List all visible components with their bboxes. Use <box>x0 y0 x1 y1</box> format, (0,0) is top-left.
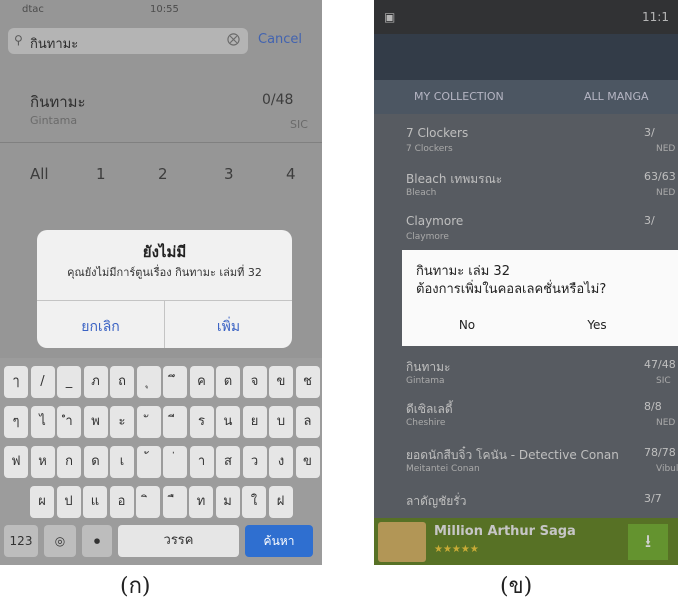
thai-keyboard: ๅ/_ภถุึคตจขชๆไำพะัีรนยบลฟหกดเ้่าสวงขผปแอ… <box>0 358 322 565</box>
ios-screen: dtac 10:55 ⚲ กินทามะ ⨂ Cancel กินทามะ Gi… <box>0 0 322 565</box>
keyboard-key[interactable]: ๅ <box>4 366 28 398</box>
keyboard-key[interactable]: ภ <box>83 366 108 398</box>
keyboard-key[interactable]: ย <box>242 406 267 438</box>
keyboard-key[interactable]: _ <box>57 366 81 398</box>
keyboard-key[interactable]: ข <box>269 366 293 398</box>
android-confirm-dialog: กินทามะ เล่ม 32 ต้องการเพิ่มในคอลเลคชั่น… <box>402 250 678 346</box>
keyboard-key[interactable]: ี <box>163 406 187 438</box>
keyboard-key[interactable]: ุ <box>136 366 161 398</box>
keyboard-key[interactable]: จ <box>242 366 267 398</box>
caption-a: (ก) <box>120 574 151 599</box>
keyboard-key[interactable]: ำ <box>57 406 81 438</box>
keyboard-key[interactable]: ิ <box>136 486 160 518</box>
keyboard-key[interactable]: ต <box>216 366 240 398</box>
keyboard-key[interactable]: ่ <box>163 446 187 478</box>
keyboard-key[interactable]: ไ <box>30 406 55 438</box>
keyboard-key[interactable]: ช <box>295 366 320 398</box>
keyboard-key[interactable]: ม <box>215 486 240 518</box>
keyboard-key[interactable]: ื <box>162 486 187 518</box>
keyboard-key[interactable]: ฟ <box>4 446 28 478</box>
keyboard-key[interactable]: ั <box>136 406 161 438</box>
alert-cancel-button[interactable]: ยกเลิก <box>37 316 164 338</box>
keyboard-key[interactable]: เ <box>110 446 134 478</box>
keyboard-key[interactable]: ึ <box>163 366 187 398</box>
keyboard-key[interactable]: ข <box>295 446 320 478</box>
alert-message: คุณยังไม่มีการ์ตูนเรื่อง กินทามะ เล่มที่… <box>67 266 262 279</box>
dialog-no-button[interactable]: No <box>442 318 492 332</box>
keyboard-key[interactable]: อ <box>109 486 134 518</box>
keyboard-key[interactable]: ก <box>57 446 81 478</box>
keyboard-key[interactable]: ๆ <box>4 406 28 438</box>
dialog-yes-button[interactable]: Yes <box>572 318 622 332</box>
alert-title: ยังไม่มี <box>142 243 187 261</box>
keyboard-key[interactable]: บ <box>269 406 293 438</box>
keyboard-key[interactable]: ง <box>269 446 293 478</box>
keyboard-key[interactable]: ล <box>295 406 320 438</box>
keyboard-key[interactable]: ว <box>242 446 267 478</box>
keyboard-key[interactable]: ค <box>189 366 214 398</box>
keyboard-key[interactable]: ผ <box>30 486 54 518</box>
keyboard-key[interactable]: ท <box>189 486 213 518</box>
keyboard-key[interactable]: ถ <box>110 366 134 398</box>
keyboard-key[interactable]: า <box>189 446 214 478</box>
caption-b: (ข) <box>500 574 533 599</box>
globe-icon[interactable]: ◎ <box>44 525 76 557</box>
keyboard-key[interactable]: ใ <box>242 486 266 518</box>
keyboard-key[interactable]: พ <box>83 406 108 438</box>
ios-alert-dialog: ยังไม่มี คุณยังไม่มีการ์ตูนเรื่อง กินทาม… <box>37 230 292 348</box>
keyboard-key[interactable]: ้ <box>136 446 161 478</box>
keyboard-key[interactable]: ส <box>216 446 240 478</box>
keyboard-key[interactable]: ด <box>83 446 108 478</box>
keyboard-key[interactable]: ห <box>30 446 55 478</box>
alert-add-button[interactable]: เพิ่ม <box>165 316 292 338</box>
keyboard-key[interactable]: / <box>30 366 55 398</box>
keyboard-key[interactable]: ะ <box>110 406 134 438</box>
keyboard-key[interactable]: ป <box>56 486 81 518</box>
android-screen: ▣ 11:1 MY COLLECTION ALL MANGA 7 Clocker… <box>374 0 678 565</box>
keyboard-key[interactable]: น <box>216 406 240 438</box>
numbers-key[interactable]: 123 <box>4 525 38 557</box>
microphone-icon[interactable]: ⏺ <box>82 525 112 557</box>
keyboard-key[interactable]: ร <box>189 406 214 438</box>
space-key[interactable]: วรรค <box>118 525 239 557</box>
keyboard-key[interactable]: แ <box>83 486 107 518</box>
keyboard-search-key[interactable]: ค้นหา <box>245 525 313 557</box>
dialog-line-2: ต้องการเพิ่มในคอลเลคชั่นหรือไม่? <box>416 282 607 297</box>
keyboard-key[interactable]: ฝ <box>268 486 293 518</box>
